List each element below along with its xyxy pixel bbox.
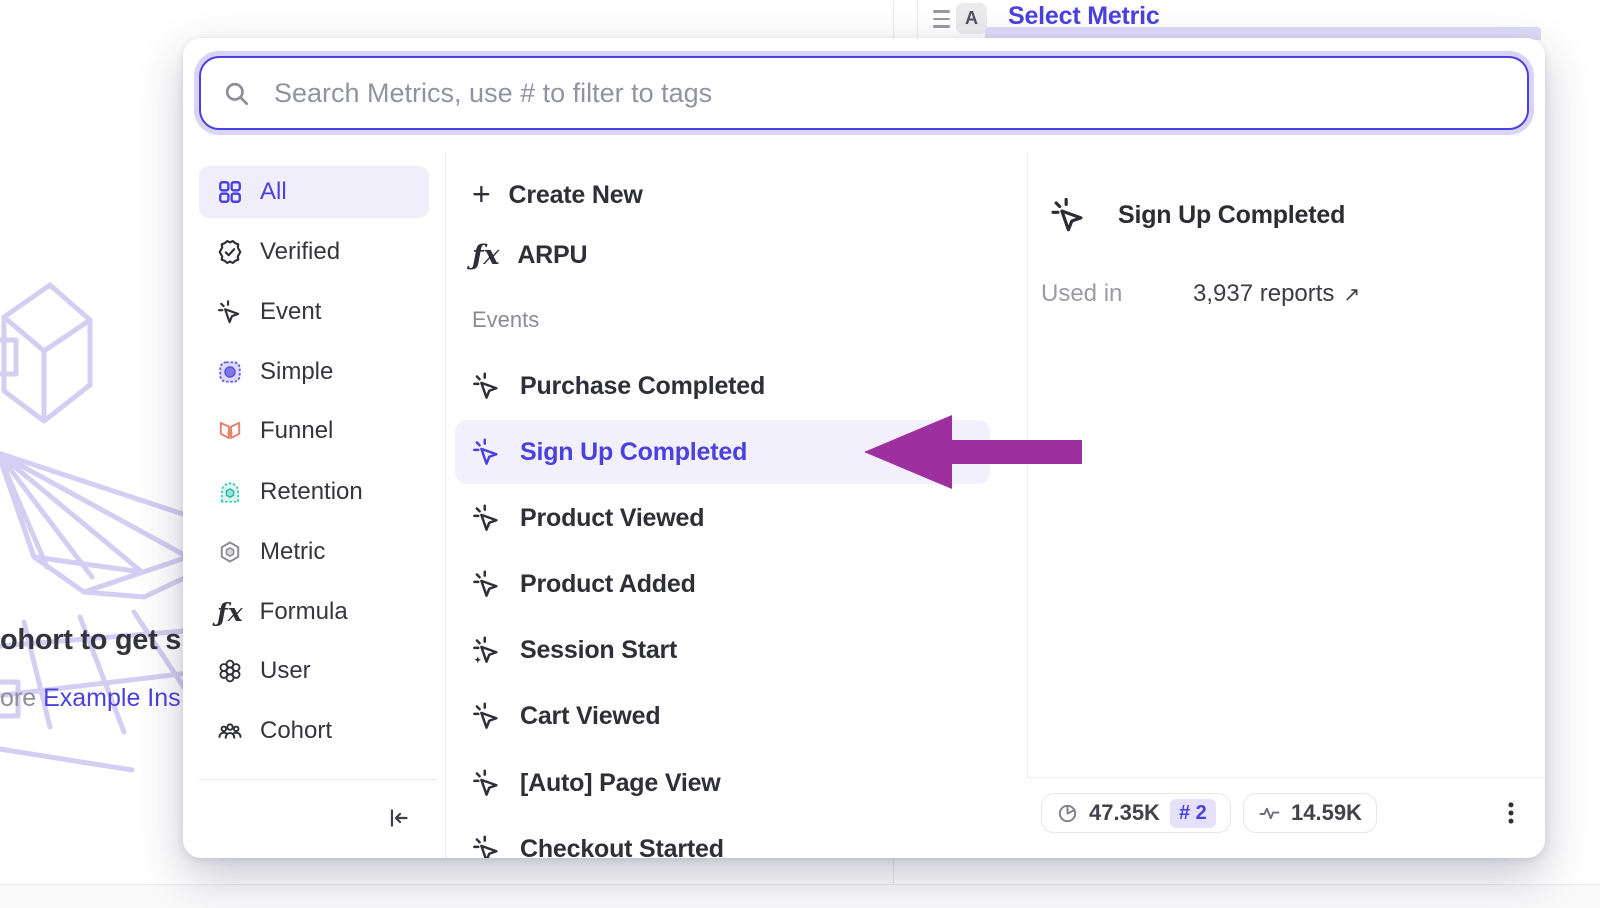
screen: ohort to get s ore Example Ins A Select …: [0, 0, 1600, 908]
sidebar-item-label: Formula: [260, 598, 348, 626]
user-cluster-icon: [217, 658, 243, 684]
simple-block-icon: [217, 359, 243, 385]
onboarding-subtext: ore Example Ins: [0, 684, 181, 713]
verified-seal-icon: [217, 239, 243, 265]
formula-fx-icon: ƒx: [217, 600, 243, 625]
search-input[interactable]: [274, 78, 1527, 109]
sidebar-item-funnel[interactable]: Funnel: [199, 405, 429, 457]
total-count-chip[interactable]: 47.35K # 2: [1041, 793, 1231, 833]
sidebar-item-formula[interactable]: ƒx Formula: [199, 586, 429, 638]
background-illustration: [0, 225, 207, 850]
pie-chart-icon: [1056, 802, 1079, 825]
formula-fx-icon: ƒx: [472, 242, 499, 269]
list-item-product-added[interactable]: Product Added: [455, 552, 990, 616]
list-item-label: Session Start: [520, 636, 677, 665]
event-spark-icon: [472, 569, 502, 599]
sidebar-item-metric[interactable]: Metric: [199, 526, 429, 578]
list-item-arpu[interactable]: ƒx ARPU: [455, 227, 990, 283]
search-box[interactable]: [199, 56, 1529, 130]
event-spark-icon: [472, 768, 502, 798]
event-spark-icon: [472, 503, 502, 533]
list-item-label: Checkout Started: [520, 835, 724, 859]
sidebar-item-label: Cohort: [260, 717, 332, 745]
chip-value: 47.35K: [1089, 800, 1160, 826]
sidebar-footer-divider: [199, 779, 437, 780]
list-item-cart-viewed[interactable]: Cart Viewed: [455, 684, 990, 748]
sidebar-item-label: Funnel: [260, 417, 333, 445]
custom-event-spark-icon: [472, 635, 502, 665]
bottom-strip: [0, 884, 1600, 908]
event-spark-icon: [472, 701, 502, 731]
event-spark-icon: [472, 437, 502, 467]
sidebar-item-label: All: [260, 178, 287, 206]
events-section-header: Events: [472, 307, 539, 333]
list-item-label: [Auto] Page View: [520, 769, 721, 798]
search-icon: [223, 80, 250, 107]
sidebar-item-verified[interactable]: Verified: [199, 226, 429, 278]
event-spark-icon: [1050, 196, 1088, 234]
list-item-label: ARPU: [517, 241, 587, 270]
sidebar-item-user[interactable]: User: [199, 645, 429, 697]
overflow-menu-button[interactable]: [1493, 795, 1529, 831]
list-item-label: Cart Viewed: [520, 702, 660, 731]
create-new-button[interactable]: + Create New: [455, 167, 990, 223]
list-item-auto-page-view[interactable]: [Auto] Page View: [455, 751, 990, 815]
select-metric-field[interactable]: Select Metric: [1008, 2, 1160, 31]
event-spark-icon: [472, 834, 502, 858]
used-in-reports-link[interactable]: 3,937 reports ↗: [1193, 280, 1360, 308]
panel-divider-2: [917, 0, 918, 38]
sidebar-item-label: User: [260, 657, 311, 685]
event-spark-icon: [217, 299, 243, 325]
sidebar-item-simple[interactable]: Simple: [199, 346, 429, 398]
event-spark-icon: [472, 371, 502, 401]
list-item-label: Product Added: [520, 570, 696, 599]
collapse-left-icon: [386, 805, 412, 831]
sidebar-item-event[interactable]: Event: [199, 286, 429, 338]
sidebar-item-label: Simple: [260, 358, 333, 386]
sidebar-item-all[interactable]: All: [199, 166, 429, 218]
external-link-icon: ↗: [1343, 282, 1360, 307]
retention-icon: [217, 479, 243, 505]
list-item-label: Sign Up Completed: [520, 438, 747, 467]
drag-handle-icon[interactable]: [933, 10, 950, 28]
clause-letter-badge[interactable]: A: [956, 3, 987, 34]
sidebar-list-divider: [445, 152, 446, 858]
used-in-label: Used in: [1041, 280, 1122, 308]
list-item-label: Product Viewed: [520, 504, 704, 533]
collapse-sidebar-button[interactable]: [381, 800, 417, 836]
grid-icon: [217, 179, 243, 205]
detail-title: Sign Up Completed: [1118, 201, 1345, 230]
metric-hexagon-icon: [217, 539, 243, 565]
list-item-checkout-started[interactable]: Checkout Started: [455, 817, 990, 858]
pulse-icon: [1258, 802, 1281, 825]
sidebar-item-retention[interactable]: Retention: [199, 466, 429, 518]
sidebar-item-label: Event: [260, 298, 321, 326]
list-item-session-start[interactable]: Session Start: [455, 618, 990, 682]
funnel-icon: [217, 418, 243, 444]
activity-count-chip[interactable]: 14.59K: [1243, 793, 1377, 833]
reports-count: 3,937 reports: [1193, 280, 1334, 308]
detail-footer-divider: [1027, 777, 1545, 778]
kebab-menu-icon: [1498, 800, 1524, 826]
annotation-arrow: [860, 405, 1086, 497]
onboarding-subtext-prefix: ore: [0, 684, 43, 712]
sidebar-item-label: Retention: [260, 478, 363, 506]
sidebar-item-cohort[interactable]: Cohort: [199, 705, 429, 757]
chip-value: 14.59K: [1291, 800, 1362, 826]
create-new-label: Create New: [509, 181, 643, 210]
rank-badge: # 2: [1170, 799, 1216, 828]
onboarding-heading: ohort to get s: [0, 624, 181, 657]
sidebar-item-label: Metric: [260, 538, 325, 566]
cohort-people-icon: [217, 718, 243, 744]
list-item-label: Purchase Completed: [520, 372, 765, 401]
example-insights-link[interactable]: Example Ins: [43, 684, 181, 712]
sidebar-item-label: Verified: [260, 238, 340, 266]
